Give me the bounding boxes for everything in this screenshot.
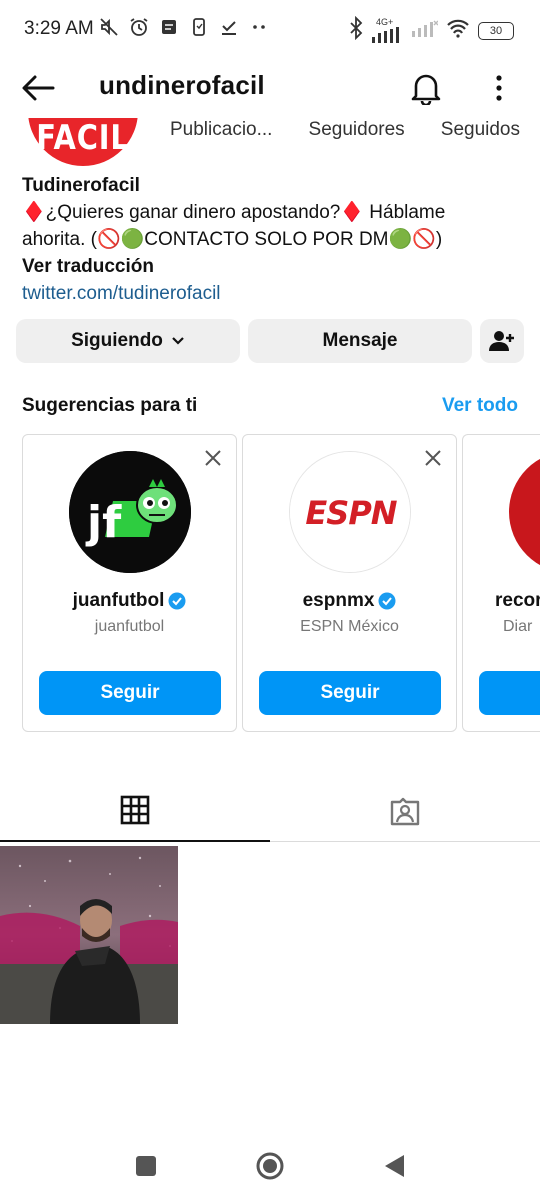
suggestion-username: espnmx <box>302 590 375 611</box>
suggest-users-button[interactable] <box>480 319 524 363</box>
triangle-back-icon <box>385 1155 404 1177</box>
battery-level: 30 <box>489 24 503 37</box>
tab-posts-grid[interactable] <box>0 780 270 842</box>
suggestion-avatar[interactable] <box>509 451 540 573</box>
juanfutbol-logo-icon: jf <box>69 451 191 573</box>
followers-stat[interactable]: Seguidores <box>309 119 405 141</box>
profile-stats: Publicacio... Seguidores Seguidos <box>170 119 520 141</box>
following-button[interactable]: Siguiendo <box>16 319 240 363</box>
suggestion-name[interactable]: recor <box>495 590 540 612</box>
mute-icon <box>98 16 120 38</box>
alarm-icon <box>128 16 150 38</box>
suggestion-card[interactable]: ESPN espnmx ESPN México Seguir <box>242 434 457 732</box>
verified-badge-icon <box>168 592 186 610</box>
bio-line-1: ♦️¿Quieres ganar dinero apostando?♦️ Háb… <box>22 202 446 223</box>
back-nav-button[interactable] <box>376 1148 412 1184</box>
back-button[interactable] <box>18 68 58 108</box>
wifi-icon <box>446 18 470 43</box>
status-bar: 3:29 AM 4G+ 30 <box>0 0 540 58</box>
posts-stat[interactable]: Publicacio... <box>170 119 272 141</box>
profile-website-link[interactable]: twitter.com/tudinerofacil <box>22 280 522 307</box>
grid-icon <box>120 795 150 825</box>
system-nav-bar <box>0 1134 540 1200</box>
profile-tabs <box>0 780 540 842</box>
espn-logo-icon: ESPN <box>290 452 410 572</box>
app-bar: undinerofacil <box>0 58 540 118</box>
profile-avatar[interactable]: FACIL <box>28 118 138 166</box>
suggestion-username: juanfutbol <box>72 590 165 611</box>
chevron-down-icon <box>172 337 184 345</box>
bio-line-2: ahorita. (🚫🟢CONTACTO SOLO POR DM🟢🚫) <box>22 229 443 250</box>
profile-bio: Tudinerofacil ♦️¿Quieres ganar dinero ap… <box>22 172 522 307</box>
close-icon <box>425 450 441 466</box>
following-stat[interactable]: Seguidos <box>441 119 520 141</box>
bell-icon <box>411 74 441 105</box>
more-options-button[interactable] <box>484 66 514 110</box>
svg-text:ESPN: ESPN <box>305 494 397 532</box>
post-thumbnail[interactable] <box>0 846 178 1024</box>
follow-button[interactable]: Seguir <box>39 671 221 715</box>
close-icon <box>205 450 221 466</box>
suggestion-card[interactable]: recor Diar <box>462 434 540 732</box>
back-arrow-icon <box>22 75 55 101</box>
dismiss-suggestion-button[interactable] <box>200 445 226 471</box>
suggestion-subtitle: ESPN México <box>300 618 399 635</box>
more-notifications-icon <box>248 16 270 38</box>
suggestion-name[interactable]: juanfutbol <box>23 590 236 612</box>
tab-tagged[interactable] <box>270 780 540 842</box>
suggestion-name[interactable]: espnmx <box>243 590 456 612</box>
suggestions-title: Sugerencias para ti <box>22 395 198 416</box>
suggestion-username: recor <box>495 590 540 611</box>
profile-username: undinerofacil <box>99 70 265 100</box>
signal-empty-icon <box>412 19 439 42</box>
download-done-icon <box>218 16 240 38</box>
home-button[interactable] <box>252 1148 288 1184</box>
network-type: 4G+ <box>376 17 394 27</box>
message-icon <box>158 16 180 38</box>
signal-icon: 4G+ <box>372 18 404 43</box>
status-right-icons: 4G+ 30 <box>348 15 514 45</box>
suggestion-subtitle: juanfutbol <box>94 618 165 635</box>
following-label: Siguiendo <box>71 330 163 351</box>
follow-button[interactable] <box>479 671 540 715</box>
see-translation-link[interactable]: Ver traducción <box>22 253 522 280</box>
recent-apps-button[interactable] <box>128 1148 164 1184</box>
add-person-icon <box>489 331 514 351</box>
tagged-person-icon <box>390 797 420 826</box>
suggestion-subtitle: Diar <box>503 618 533 635</box>
post-image <box>0 846 178 1024</box>
more-vertical-icon <box>496 75 502 101</box>
suggestion-card[interactable]: jf juanfutbol juanfutbol Seguir <box>22 434 237 732</box>
notifications-button[interactable] <box>404 66 448 110</box>
dismiss-suggestion-button[interactable] <box>420 445 446 471</box>
status-left-icons <box>98 16 270 38</box>
message-label: Mensaje <box>322 330 398 351</box>
profile-actions: Siguiendo Mensaje <box>16 319 524 363</box>
battery-icon: 30 <box>478 21 514 40</box>
suggestion-avatar[interactable]: jf <box>69 451 191 573</box>
message-button[interactable]: Mensaje <box>248 319 472 363</box>
bluetooth-icon <box>348 15 364 45</box>
see-all-link[interactable]: Ver todo <box>442 395 518 417</box>
phone-icon <box>188 16 210 38</box>
follow-button[interactable]: Seguir <box>259 671 441 715</box>
square-icon <box>136 1156 156 1176</box>
circle-home-icon <box>256 1152 284 1180</box>
verified-badge-icon <box>378 592 396 610</box>
profile-display-name: Tudinerofacil <box>22 175 140 196</box>
avatar-text: FACIL <box>36 118 130 158</box>
svg-text:jf: jf <box>85 497 122 548</box>
status-time: 3:29 AM <box>24 18 94 39</box>
suggestion-avatar[interactable]: ESPN <box>289 451 411 573</box>
